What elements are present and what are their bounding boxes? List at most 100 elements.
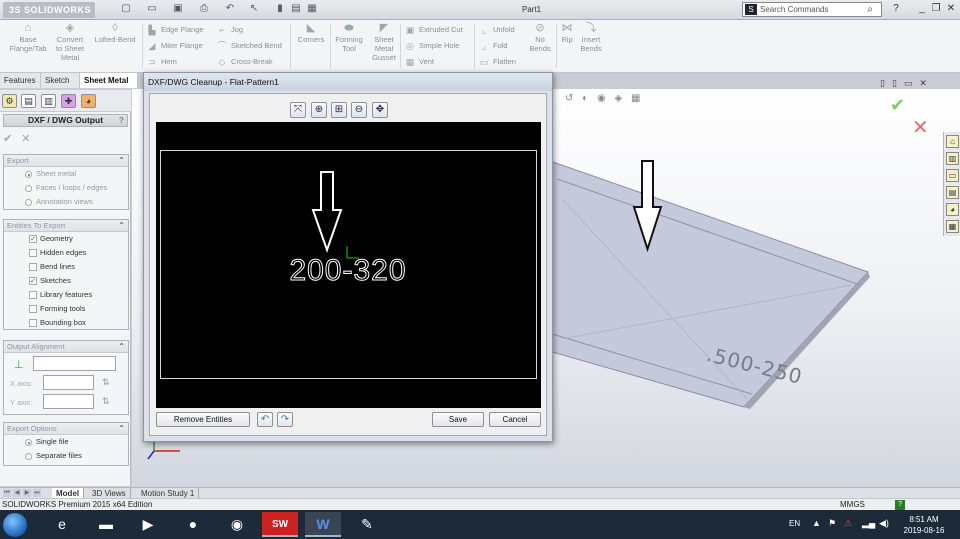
checkbox[interactable] [29, 249, 37, 257]
entity-hidden-edges-checkbox[interactable]: Hidden edges [4, 246, 128, 260]
base-flange-button[interactable]: ⌂ Base Flange/Tab [6, 22, 50, 53]
clock[interactable]: 8:51 AM 2019-08-16 [895, 514, 953, 536]
close-icon[interactable]: ✕ [945, 3, 957, 15]
entity-library-features-checkbox[interactable]: Library features [4, 288, 128, 302]
file-explorer-icon[interactable]: ▬ [88, 512, 124, 537]
radio-button[interactable] [25, 185, 32, 192]
entity-geometry-checkbox[interactable]: ✓ Geometry [4, 232, 128, 246]
export-option-sheet-metal[interactable]: Sheet metal [4, 167, 128, 181]
configuration-manager-icon[interactable]: ▥ [41, 94, 56, 108]
entities-group-header[interactable]: Entities To Export ⌃ [4, 220, 128, 232]
volume-icon[interactable]: ◀) [879, 518, 889, 529]
hem-button[interactable]: ⊃ Hem [146, 56, 177, 68]
alignment-group-header[interactable]: Output Alignment ⌃ [4, 341, 128, 353]
collapse-chevron-icon[interactable]: ⌃ [118, 155, 125, 167]
media-player-icon[interactable]: ▶ [130, 512, 166, 537]
language-indicator[interactable]: EN [789, 519, 800, 528]
checkbox[interactable] [29, 305, 37, 313]
no-bends-button[interactable]: ⊘ No Bends [526, 22, 554, 53]
lofted-bend-button[interactable]: ◊ Lofted-Bend [90, 22, 140, 44]
simple-hole-button[interactable]: ◎ Simple Hole [404, 40, 459, 52]
confirmation-ok-icon[interactable]: ✔ [890, 95, 905, 116]
confirmation-cancel-icon[interactable]: ✕ [912, 115, 929, 140]
word-icon[interactable]: W [305, 512, 341, 537]
action-center-flag-icon[interactable]: ⚑ [828, 518, 836, 529]
tab-sheet-metal[interactable]: Sheet Metal [80, 73, 138, 88]
checkbox[interactable] [29, 263, 37, 271]
restore-icon[interactable]: ❐ [930, 3, 942, 15]
file-explorer-icon[interactable]: ▭ [946, 169, 959, 182]
feature-tree-icon[interactable]: ⚙ [2, 94, 17, 108]
corners-button[interactable]: ◣ Corners [295, 22, 327, 44]
prev-tab-arrow-icon[interactable]: ◀ [13, 489, 21, 497]
flatten-button[interactable]: ▭ Flatten [478, 56, 516, 68]
select-icon[interactable]: ↖ [248, 3, 260, 15]
flat-pattern-preview[interactable]: 200-320 [156, 122, 541, 408]
forming-tool-button[interactable]: ⬬ Forming Tool [333, 22, 365, 53]
reverse-direction-icon[interactable]: ⇅ [102, 396, 110, 407]
paint-icon[interactable]: ✎ [349, 512, 385, 537]
display-manager-icon[interactable]: ◕ [81, 94, 96, 108]
chrome-icon[interactable]: ● [175, 512, 211, 537]
search-icon[interactable]: ⌕ [867, 3, 873, 16]
quick-tips-icon[interactable]: ? [895, 500, 905, 510]
radio-button[interactable] [25, 453, 32, 460]
appearances-icon[interactable]: ◕ [946, 203, 959, 216]
view-palette-icon[interactable]: ▤ [946, 186, 959, 199]
heads-up-view-toolbar[interactable]: ↺ ◐ ◉ ◈ ▦ [565, 93, 643, 104]
checkbox[interactable]: ✓ [29, 277, 37, 285]
zoom-in-out-icon[interactable]: ⊞ [331, 102, 347, 118]
zoom-to-selection-icon[interactable]: ⊖ [351, 102, 367, 118]
dialog-title-bar[interactable]: DXF/DWG Cleanup - Flat-Pattern1 [144, 73, 552, 91]
y-axis-field[interactable] [43, 394, 94, 409]
redo-icon[interactable]: ↷ [277, 412, 293, 427]
undo-icon[interactable]: ↶ [224, 3, 236, 15]
radio-button[interactable] [25, 199, 32, 206]
viewport-window-buttons[interactable]: ▯▯▭✕ [880, 78, 934, 89]
design-library-icon[interactable]: ▥ [946, 152, 959, 165]
zoom-to-fit-icon[interactable]: ⤧ [290, 102, 306, 118]
cancel-x-icon[interactable]: ✕ [21, 133, 30, 145]
entity-bounding-box-checkbox[interactable]: Bounding box [4, 316, 128, 330]
vent-button[interactable]: ▦ Vent [404, 56, 434, 68]
collapse-chevron-icon[interactable]: ⌃ [118, 220, 125, 232]
custom-properties-icon[interactable]: ▦ [946, 220, 959, 233]
insert-bends-button[interactable]: ⤵ Insert Bends [576, 22, 606, 53]
rebuild-icon[interactable]: ▮ [274, 3, 286, 15]
firefox-icon[interactable]: ◉ [219, 512, 255, 537]
convert-to-sheet-metal-button[interactable]: ◈ Convert to Sheet Metal [50, 22, 90, 62]
rip-button[interactable]: ⋈ Rip [558, 22, 576, 44]
property-manager-icon[interactable]: ▤ [21, 94, 36, 108]
remove-entities-button[interactable]: Remove Entities [156, 412, 250, 427]
export-group-header[interactable]: Export ⌃ [4, 155, 128, 167]
miter-flange-button[interactable]: ◢ Miter Flange [146, 40, 203, 52]
fold-button[interactable]: ⌟ Fold [478, 40, 508, 52]
search-commands-input[interactable]: S Search Commands ⌕ [742, 2, 882, 17]
save-icon[interactable]: ▣ [172, 3, 184, 15]
export-option-annotation-views[interactable]: Annotation views [4, 195, 128, 209]
cancel-button[interactable]: Cancel [489, 412, 541, 427]
sheet-metal-part[interactable] [541, 160, 869, 408]
show-hidden-icons-icon[interactable]: ▲ [812, 518, 821, 528]
file-properties-icon[interactable]: ▤ [290, 3, 302, 15]
new-document-icon[interactable]: ▢ [120, 3, 132, 15]
extruded-cut-button[interactable]: ▣ Extruded Cut [404, 24, 463, 36]
origin-selection-field[interactable] [33, 356, 116, 371]
save-button[interactable]: Save [432, 412, 484, 427]
home-icon[interactable]: ⌂ [946, 135, 959, 148]
collapse-chevron-icon[interactable]: ⌃ [118, 341, 125, 353]
next-tab-arrow-icon[interactable]: ▶ [23, 489, 31, 497]
checkbox[interactable] [29, 319, 37, 327]
first-tab-arrow-icon[interactable]: ⏮ [3, 489, 11, 497]
sheet-metal-gusset-button[interactable]: ◤ Sheet Metal Gusset [368, 22, 400, 62]
export-single-file-option[interactable]: Single file [4, 435, 128, 449]
print-icon[interactable]: ⎙ [198, 3, 210, 15]
export-separate-files-option[interactable]: Separate files [4, 449, 128, 463]
last-tab-arrow-icon[interactable]: ⏭ [33, 489, 41, 497]
open-file-icon[interactable]: ▭ [146, 3, 158, 15]
help-icon[interactable]: ? [890, 3, 902, 15]
minimize-icon[interactable]: _ [916, 3, 928, 15]
edge-flange-button[interactable]: ▙ Edge Flange [146, 24, 204, 36]
radio-button[interactable] [25, 439, 32, 446]
entity-forming-tools-checkbox[interactable]: Forming tools [4, 302, 128, 316]
